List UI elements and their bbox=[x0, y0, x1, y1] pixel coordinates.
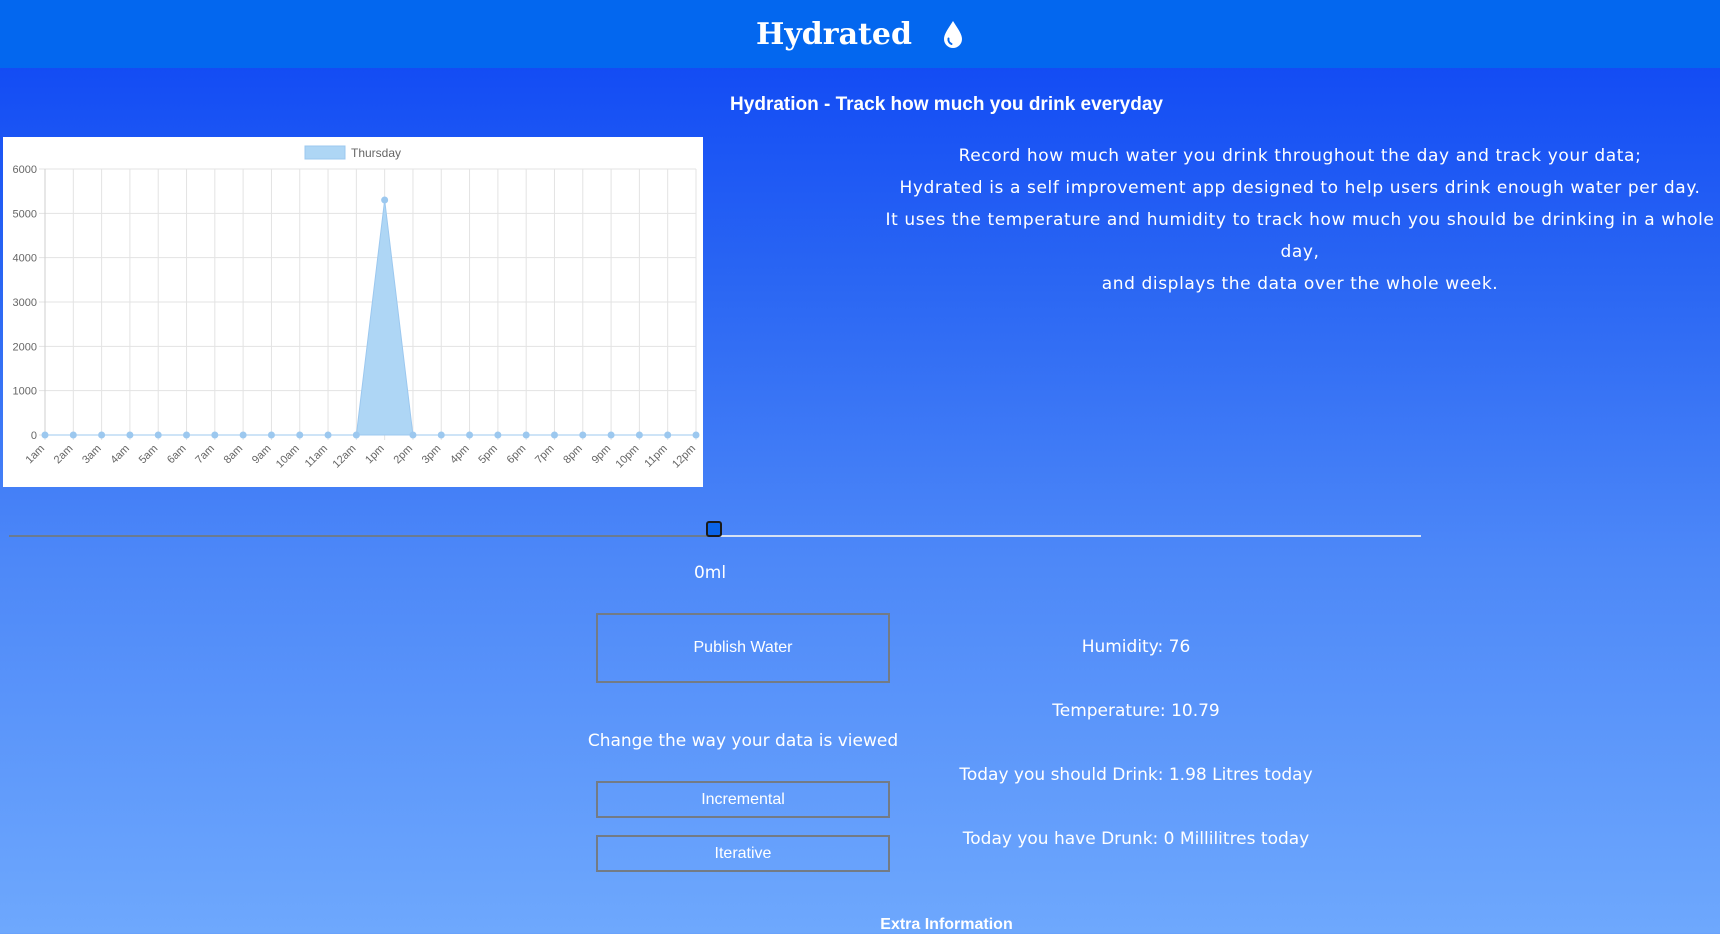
y-tick-label: 5000 bbox=[13, 208, 37, 220]
x-tick-label: 7am bbox=[193, 443, 217, 467]
x-tick-label: 9pm bbox=[590, 443, 614, 467]
data-point bbox=[466, 431, 474, 439]
x-tick-label: 11pm bbox=[642, 443, 669, 470]
y-tick-label: 1000 bbox=[13, 386, 37, 398]
iterative-button[interactable]: Iterative bbox=[596, 835, 890, 872]
temperature-text: Temperature: 10.79 bbox=[1052, 701, 1220, 721]
x-tick-label: 2am bbox=[52, 443, 76, 467]
x-tick-label: 10pm bbox=[614, 443, 642, 471]
y-tick-label: 3000 bbox=[13, 297, 37, 309]
data-point bbox=[352, 431, 360, 439]
x-tick-label: 3am bbox=[80, 443, 104, 467]
data-point bbox=[494, 431, 502, 439]
description-line: Hydrated is a self improvement app desig… bbox=[899, 178, 1701, 198]
data-point bbox=[664, 431, 672, 439]
data-point bbox=[183, 431, 191, 439]
legend-swatch bbox=[304, 145, 346, 160]
x-tick-label: 8pm bbox=[561, 443, 585, 467]
x-tick-label: 4pm bbox=[448, 443, 472, 467]
x-tick-label: 1am bbox=[23, 443, 47, 467]
data-point bbox=[692, 431, 700, 439]
change-view-label: Change the way your data is viewed bbox=[587, 731, 899, 751]
x-tick-label: 1pm bbox=[363, 443, 387, 467]
y-tick-label: 2000 bbox=[13, 341, 37, 353]
water-amount-label: 0ml bbox=[693, 563, 727, 583]
data-point bbox=[98, 431, 106, 439]
data-point bbox=[296, 431, 304, 439]
water-drop-icon bbox=[942, 19, 964, 49]
data-point bbox=[41, 431, 49, 439]
hydration-chart: 0 1000 2000 3000 4000 5000 6000 1am 2am 3am 4am 5am… bbox=[3, 137, 703, 487]
data-point bbox=[154, 431, 162, 439]
x-tick-label: 5pm bbox=[476, 443, 500, 467]
app-description: Record how much water you drink througho… bbox=[880, 140, 1720, 300]
x-tick-label: 2pm bbox=[391, 443, 415, 467]
x-tick-label: 3pm bbox=[420, 443, 444, 467]
water-slider-track[interactable] bbox=[714, 535, 1421, 537]
description-line: It uses the temperature and humidity to … bbox=[885, 210, 1715, 262]
x-tick-label: 6am bbox=[165, 443, 189, 467]
y-tick-label: 6000 bbox=[13, 164, 37, 176]
humidity-text: Humidity: 76 bbox=[1081, 637, 1191, 657]
data-point bbox=[126, 431, 134, 439]
x-tick-label: 12pm bbox=[670, 443, 698, 471]
data-point bbox=[267, 431, 275, 439]
data-point bbox=[69, 431, 77, 439]
should-drink-text: Today you should Drink: 1.98 Litres toda… bbox=[959, 765, 1313, 785]
page-subtitle: Hydration - Track how much you drink eve… bbox=[730, 94, 1163, 115]
data-point bbox=[211, 431, 219, 439]
hydration-chart-svg: 0 1000 2000 3000 4000 5000 6000 1am 2am 3am 4am 5am… bbox=[13, 145, 700, 471]
data-point bbox=[409, 431, 417, 439]
data-point bbox=[579, 431, 587, 439]
description-line: Record how much water you drink througho… bbox=[958, 146, 1642, 166]
x-tick-label: 10am bbox=[274, 443, 302, 471]
extra-information-heading: Extra Information bbox=[880, 916, 1013, 933]
water-slider-track-filled[interactable] bbox=[9, 535, 714, 537]
data-point bbox=[607, 431, 615, 439]
data-point bbox=[437, 431, 445, 439]
app-header: Hydrated bbox=[0, 0, 1720, 68]
data-point bbox=[522, 431, 530, 439]
x-tick-label: 7pm bbox=[533, 443, 557, 467]
x-tick-label: 12am bbox=[331, 443, 359, 471]
publish-water-button[interactable]: Publish Water bbox=[596, 613, 890, 683]
y-tick-label: 0 bbox=[31, 430, 37, 442]
x-tick-label: 5am bbox=[137, 443, 161, 467]
have-drunk-text: Today you have Drunk: 0 Millilitres toda… bbox=[962, 829, 1310, 849]
incremental-button[interactable]: Incremental bbox=[596, 781, 890, 818]
series-area bbox=[45, 199, 696, 436]
x-tick-label: 11am bbox=[303, 443, 330, 470]
x-tick-label: 8am bbox=[222, 443, 246, 467]
x-tick-label: 4am bbox=[108, 443, 132, 467]
data-point bbox=[381, 196, 389, 204]
data-point bbox=[550, 431, 558, 439]
legend-label: Thursday bbox=[351, 146, 401, 160]
app-title: Hydrated bbox=[756, 16, 912, 52]
x-tick-label: 6pm bbox=[505, 443, 529, 467]
y-tick-label: 4000 bbox=[13, 253, 37, 265]
data-point bbox=[324, 431, 332, 439]
description-line: and displays the data over the whole wee… bbox=[1101, 274, 1499, 294]
data-point bbox=[635, 431, 643, 439]
data-point bbox=[239, 431, 247, 439]
water-slider-thumb[interactable] bbox=[706, 521, 722, 537]
x-tick-label: 9am bbox=[250, 443, 274, 467]
